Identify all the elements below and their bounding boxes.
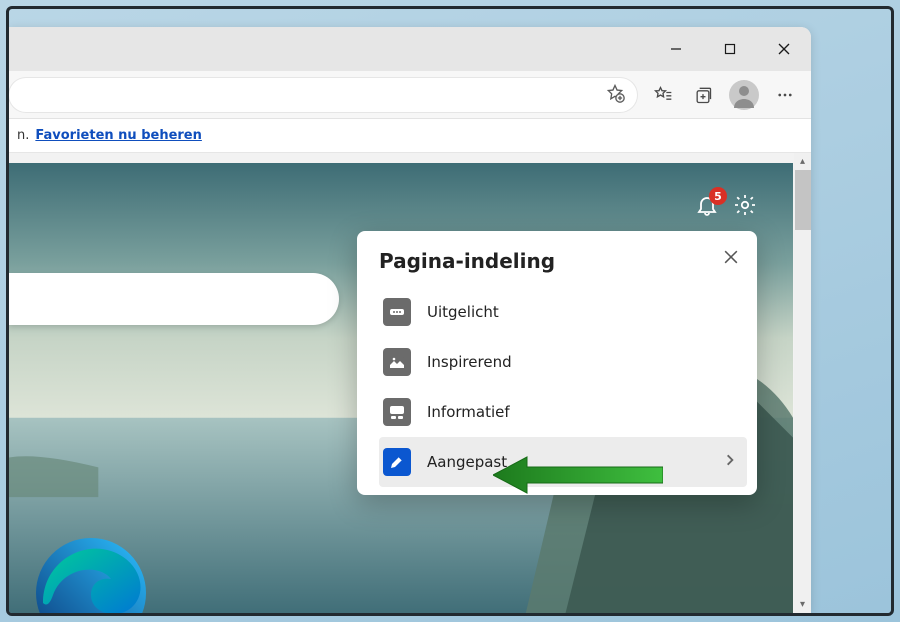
custom-icon xyxy=(383,448,411,476)
notification-badge: 5 xyxy=(709,187,727,205)
browser-window: n. Favorieten nu beheren xyxy=(9,27,811,613)
chevron-right-icon xyxy=(723,453,737,471)
browser-toolbar xyxy=(9,71,811,119)
page-settings-button[interactable] xyxy=(733,193,757,217)
layout-option-inspirational[interactable]: Inspirerend xyxy=(379,337,747,387)
favorites-button[interactable] xyxy=(643,75,683,115)
option-label: Inspirerend xyxy=(427,353,737,371)
ntp-top-right-actions: 5 xyxy=(695,193,757,217)
minimize-button[interactable] xyxy=(649,27,703,71)
avatar-icon xyxy=(729,80,759,110)
option-label: Informatief xyxy=(427,403,737,421)
more-button[interactable] xyxy=(765,75,805,115)
informative-icon xyxy=(383,398,411,426)
layout-option-custom[interactable]: Aangepast xyxy=(379,437,747,487)
ellipsis-icon xyxy=(776,86,794,104)
star-lines-icon xyxy=(653,85,673,105)
infobar-text-fragment: n. xyxy=(17,128,29,143)
vertical-scrollbar[interactable]: ▴ ▾ xyxy=(794,153,811,613)
ntp-search-bar[interactable] xyxy=(9,273,339,325)
edge-logo-icon xyxy=(31,533,151,613)
minimize-icon xyxy=(670,43,682,55)
scroll-down-icon[interactable]: ▾ xyxy=(794,596,811,613)
manage-favorites-link[interactable]: Favorieten nu beheren xyxy=(35,128,202,143)
profile-button[interactable] xyxy=(729,80,759,110)
maximize-icon xyxy=(724,43,736,55)
option-label: Uitgelicht xyxy=(427,303,737,321)
collections-button[interactable] xyxy=(683,75,723,115)
option-label: Aangepast xyxy=(427,453,723,471)
collections-icon xyxy=(693,85,713,105)
page-layout-popup: Pagina-indeling Uitgelicht Inspirerend xyxy=(357,231,757,495)
maximize-button[interactable] xyxy=(703,27,757,71)
popup-title: Pagina-indeling xyxy=(379,249,747,273)
close-icon xyxy=(778,43,790,55)
inspirational-icon xyxy=(383,348,411,376)
screenshot-frame: n. Favorieten nu beheren xyxy=(6,6,894,616)
window-titlebar xyxy=(9,27,811,71)
close-icon xyxy=(724,250,738,264)
favorites-infobar: n. Favorieten nu beheren xyxy=(9,119,811,153)
scroll-up-icon[interactable]: ▴ xyxy=(794,153,811,170)
layout-option-focused[interactable]: Uitgelicht xyxy=(379,287,747,337)
scroll-thumb[interactable] xyxy=(795,170,811,230)
close-button[interactable] xyxy=(757,27,811,71)
notifications-button[interactable]: 5 xyxy=(695,193,719,217)
layout-option-informative[interactable]: Informatief xyxy=(379,387,747,437)
focused-icon xyxy=(383,298,411,326)
gear-icon xyxy=(733,193,757,217)
ntp-background-image: 5 Pagina-indeling xyxy=(9,163,793,613)
address-bar[interactable] xyxy=(9,78,637,112)
new-tab-page: 5 Pagina-indeling xyxy=(9,153,811,613)
add-favorite-icon[interactable] xyxy=(605,83,625,107)
popup-close-button[interactable] xyxy=(719,245,743,269)
